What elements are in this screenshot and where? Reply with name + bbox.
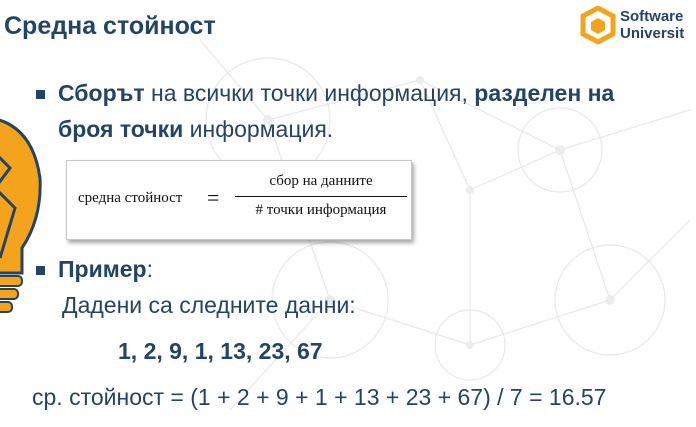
formula-numerator: сбор на данните bbox=[269, 173, 373, 189]
bullet-2-colon: : bbox=[146, 256, 153, 282]
bullet-1-text-end: информация. bbox=[183, 116, 334, 142]
bullet-1-text: на всички точки информация, bbox=[144, 80, 475, 106]
formula-fraction-bar bbox=[235, 196, 407, 197]
logo-text: Software Universit bbox=[620, 8, 684, 42]
software-university-logo: Software Universit bbox=[580, 6, 696, 46]
bullet-1-line-2: броя точки информация. bbox=[58, 116, 333, 143]
result-line: ср. стойност = (1 + 2 + 9 + 1 + 13 + 23 … bbox=[32, 384, 607, 410]
bullet-1-bold-divided: разделен на bbox=[474, 80, 615, 106]
bullet-1-bold-count: броя точки bbox=[58, 116, 184, 142]
bullet-square-icon bbox=[36, 266, 45, 275]
formula-box: средна стойност = сбор на данните # точк… bbox=[66, 160, 412, 240]
bullet-square-icon bbox=[36, 90, 45, 99]
software-university-logo-icon bbox=[580, 6, 616, 44]
bullet-1-bold-sum: Сборът bbox=[58, 80, 145, 106]
formula-equals: = bbox=[207, 185, 220, 210]
bullet-2-line: Пример: bbox=[58, 256, 153, 283]
lightbulb-icon bbox=[0, 118, 42, 313]
formula-denominator: # точки информация bbox=[255, 202, 387, 218]
logo-line-2: Universit bbox=[620, 25, 685, 42]
bullet-2-label: Пример bbox=[58, 256, 147, 282]
slide-title: Средна стойност bbox=[4, 12, 216, 40]
formula-lhs: средна стойност bbox=[78, 190, 183, 206]
data-values: 1, 2, 9, 1, 13, 23, 67 bbox=[118, 338, 323, 364]
logo-line-1: Software bbox=[620, 8, 684, 25]
bullet-1-line-1: Сборът на всички точки информация, разде… bbox=[58, 80, 614, 107]
given-data-text: Дадени са следните данни: bbox=[62, 292, 356, 318]
